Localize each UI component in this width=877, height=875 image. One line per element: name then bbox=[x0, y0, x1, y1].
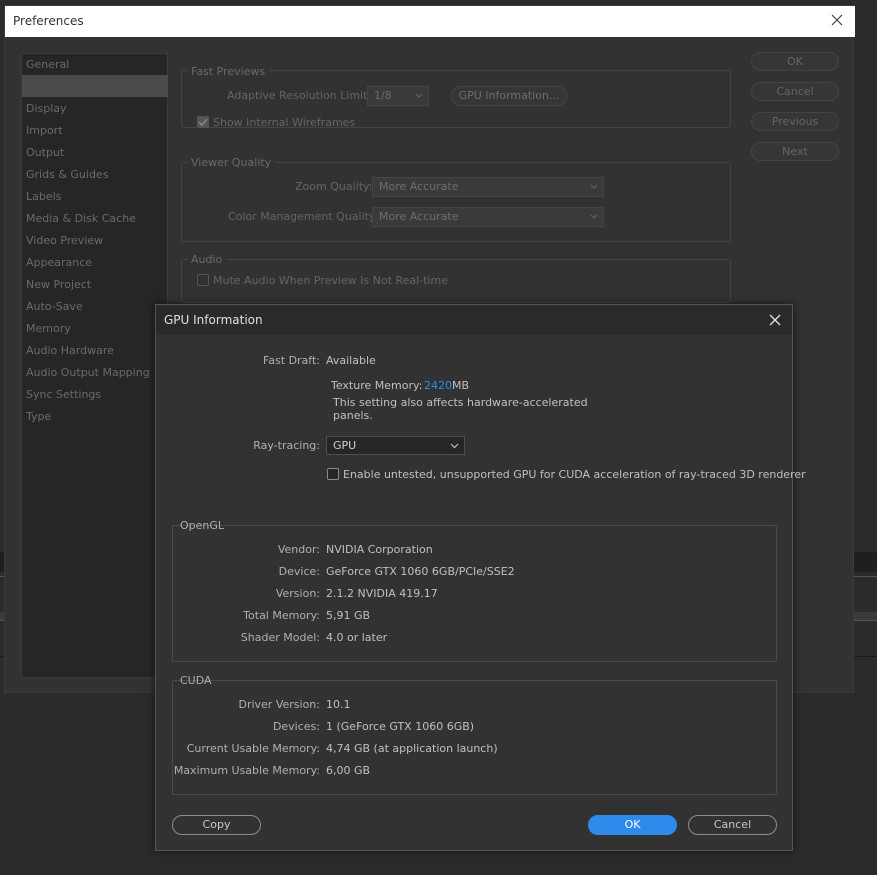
adaptive-resolution-label: Adaptive Resolution Limit: bbox=[227, 89, 372, 102]
texture-memory-label: Texture Memory: bbox=[331, 379, 423, 392]
gpu-dialog-title: GPU Information bbox=[164, 313, 263, 327]
checkmark-icon bbox=[198, 118, 208, 127]
sidebar-item-audio-hardware[interactable]: Audio Hardware bbox=[26, 340, 114, 362]
fast-draft-label: Fast Draft: bbox=[262, 354, 320, 367]
cuda-devices-value: 1 (GeForce GTX 1060 6GB) bbox=[326, 720, 475, 733]
sidebar-item-audio-output-mapping[interactable]: Audio Output Mapping bbox=[26, 362, 150, 384]
raytracing-label: Ray-tracing: bbox=[253, 439, 320, 452]
opengl-device-value: GeForce GTX 1060 6GB/PCIe/SSE2 bbox=[326, 565, 515, 578]
cuda-current-memory-value: 4,74 GB (at application launch) bbox=[326, 742, 498, 755]
opengl-total-memory-value: 5,91 GB bbox=[326, 609, 371, 622]
cuda-maximum-memory-label: Maximum Usable Memory: bbox=[173, 764, 320, 777]
cuda-driver-version-label: Driver Version: bbox=[238, 698, 320, 711]
raytracing-value: GPU bbox=[333, 439, 357, 452]
cuda-maximum-memory-value: 6,00 GB bbox=[326, 764, 371, 777]
opengl-vendor-value: NVIDIA Corporation bbox=[326, 543, 433, 556]
wireframes-checkbox[interactable] bbox=[197, 116, 209, 128]
chevron-down-icon bbox=[590, 214, 598, 219]
preferences-cancel-button[interactable]: Cancel bbox=[751, 82, 839, 101]
color-management-label: Color Management Quality: bbox=[228, 210, 379, 223]
sidebar-item-auto-save[interactable]: Auto-Save bbox=[26, 296, 83, 318]
ok-button[interactable]: OK bbox=[588, 815, 677, 835]
cuda-driver-version-value: 10.1 bbox=[326, 698, 351, 711]
close-icon[interactable] bbox=[829, 12, 845, 28]
fast-draft-value: Available bbox=[326, 354, 376, 367]
untested-gpu-label: Enable untested, unsupported GPU for CUD… bbox=[343, 468, 806, 481]
sidebar-item-labels[interactable]: Labels bbox=[26, 186, 61, 208]
opengl-total-memory-label: Total Memory: bbox=[243, 609, 320, 622]
adaptive-resolution-select[interactable]: 1/8 bbox=[367, 86, 429, 106]
close-icon[interactable] bbox=[767, 312, 783, 328]
sidebar-item-video-preview[interactable]: Video Preview bbox=[26, 230, 103, 252]
gpu-dialog-titlebar: GPU Information bbox=[156, 305, 792, 335]
cuda-current-memory-label: Current Usable Memory: bbox=[186, 742, 320, 755]
opengl-shader-model-value: 4.0 or later bbox=[326, 631, 388, 644]
mute-audio-checkbox[interactable] bbox=[197, 274, 209, 286]
gpu-information-button[interactable]: GPU Information... bbox=[451, 86, 567, 106]
cancel-button[interactable]: Cancel bbox=[688, 815, 777, 835]
opengl-version-label: Version: bbox=[275, 587, 320, 600]
sidebar-item-media-disk-cache[interactable]: Media & Disk Cache bbox=[26, 208, 136, 230]
zoom-quality-value: More Accurate bbox=[379, 180, 459, 193]
chevron-down-icon bbox=[450, 443, 459, 449]
preferences-sidebar: General Display Import Output Grids & Gu… bbox=[21, 53, 168, 678]
sidebar-item-selected[interactable] bbox=[22, 75, 168, 97]
fast-previews-label: Fast Previews bbox=[187, 65, 270, 78]
sidebar-item-type[interactable]: Type bbox=[26, 406, 51, 428]
color-management-value: More Accurate bbox=[379, 210, 459, 223]
color-management-select[interactable]: More Accurate bbox=[372, 207, 604, 227]
texture-memory-note-2: panels. bbox=[333, 409, 373, 422]
opengl-device-label: Device: bbox=[278, 565, 320, 578]
gpu-information-dialog: GPU Information Fast Draft: Available Te… bbox=[155, 304, 806, 851]
texture-memory-unit: MB bbox=[452, 379, 470, 392]
chevron-down-icon bbox=[590, 184, 598, 189]
preferences-ok-button[interactable]: OK bbox=[751, 52, 839, 71]
sidebar-item-new-project[interactable]: New Project bbox=[26, 274, 91, 296]
opengl-version-value: 2.1.2 NVIDIA 419.17 bbox=[326, 587, 438, 600]
opengl-shader-model-label: Shader Model: bbox=[240, 631, 320, 644]
preferences-next-button[interactable]: Next bbox=[751, 142, 839, 161]
copy-button[interactable]: Copy bbox=[172, 815, 261, 835]
preferences-title: Preferences bbox=[13, 14, 84, 28]
cuda-devices-label: Devices: bbox=[272, 720, 320, 733]
wireframes-label: Show Internal Wireframes bbox=[213, 116, 356, 129]
sidebar-item-import[interactable]: Import bbox=[26, 120, 63, 142]
mute-audio-label: Mute Audio When Preview Is Not Real-time bbox=[213, 274, 448, 287]
sidebar-item-general[interactable]: General bbox=[26, 54, 69, 76]
sidebar-item-output[interactable]: Output bbox=[26, 142, 64, 164]
chevron-down-icon bbox=[415, 93, 423, 98]
sidebar-item-display[interactable]: Display bbox=[26, 98, 67, 120]
audio-label: Audio bbox=[187, 253, 227, 266]
sidebar-item-sync-settings[interactable]: Sync Settings bbox=[26, 384, 101, 406]
opengl-vendor-label: Vendor: bbox=[277, 543, 320, 556]
viewer-quality-group bbox=[181, 162, 731, 242]
viewer-quality-label: Viewer Quality bbox=[187, 156, 276, 169]
sidebar-item-appearance[interactable]: Appearance bbox=[26, 252, 92, 274]
preferences-previous-button[interactable]: Previous bbox=[751, 112, 839, 131]
sidebar-item-memory[interactable]: Memory bbox=[26, 318, 71, 340]
untested-gpu-checkbox[interactable] bbox=[327, 468, 339, 480]
zoom-quality-select[interactable]: More Accurate bbox=[372, 177, 604, 197]
opengl-group-label: OpenGL bbox=[180, 519, 225, 532]
preferences-titlebar: Preferences bbox=[5, 6, 855, 37]
sidebar-item-grids-guides[interactable]: Grids & Guides bbox=[26, 164, 108, 186]
raytracing-select[interactable]: GPU bbox=[326, 436, 465, 455]
texture-memory-value[interactable]: 2420 bbox=[424, 379, 452, 392]
adaptive-resolution-value: 1/8 bbox=[374, 89, 392, 102]
zoom-quality-label: Zoom Quality: bbox=[295, 180, 373, 193]
texture-memory-note: This setting also affects hardware-accel… bbox=[333, 396, 588, 409]
cuda-group-label: CUDA bbox=[180, 674, 212, 687]
